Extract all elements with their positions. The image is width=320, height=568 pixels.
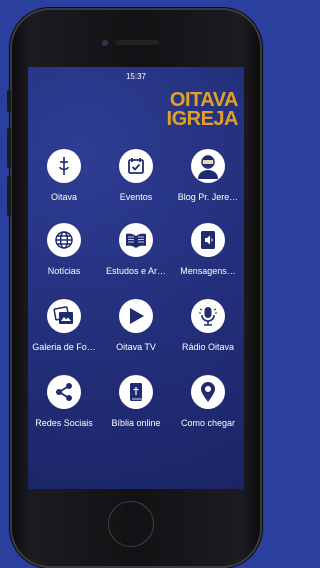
menu-item-label: Galeria de Fo… [32,342,96,352]
menu-item-label: Eventos [119,192,153,202]
menu-item-label: Blog Pr. Jere… [177,192,239,202]
menu-item-estudos[interactable]: Estudos e Ar… [100,223,172,276]
map-pin-icon [191,375,225,409]
play-icon [119,299,153,333]
globe-icon [47,223,81,257]
home-button[interactable] [108,501,154,547]
menu-item-mensagens[interactable]: Mensagens… [172,223,244,276]
menu-item-label: Redes Sociais [35,418,93,428]
menu-item-radio[interactable]: Rádio Oitava [172,299,244,352]
church-logo: OITAVA IGREJA [166,90,239,130]
menu-item-label: Oitava [50,192,77,202]
menu-item-redes-sociais[interactable]: Redes Sociais [28,375,100,428]
menu-item-label: Como chegar [180,418,236,428]
menu-item-noticias[interactable]: Notícias [28,223,100,276]
calendar-check-icon [119,149,153,183]
menu-item-blog[interactable]: Blog Pr. Jere… [172,149,244,202]
cross-icon [47,149,81,183]
status-time: 15:37 [125,72,147,81]
open-book-icon [119,223,153,257]
menu-item-oitava[interactable]: Oitava [28,149,100,202]
menu-item-eventos[interactable]: Eventos [100,149,172,202]
microphone-icon [191,299,225,333]
photo-gallery-icon [47,299,81,333]
front-camera [102,40,108,46]
menu-item-label: Mensagens… [180,266,236,276]
bible-icon [119,375,153,409]
menu-item-label: Notícias [47,266,81,276]
menu-item-oitava-tv[interactable]: Oitava TV [100,299,172,352]
audio-book-icon [191,223,225,257]
menu-item-label: Oitava TV [116,342,156,352]
menu-item-label: Rádio Oitava [181,342,235,352]
app-screen: 15:37 OITAVA IGREJA Oitava Eventos Blog … [28,67,244,489]
share-icon [47,375,81,409]
menu-item-como-chegar[interactable]: Como chegar [172,375,244,428]
menu-item-galeria[interactable]: Galeria de Fo… [28,299,100,352]
menu-item-biblia[interactable]: Bíblia online [100,375,172,428]
pastor-avatar-icon [191,149,225,183]
menu-item-label: Estudos e Ar… [105,266,167,276]
volume-down-button [7,176,11,216]
mute-switch [7,90,11,112]
logo-line-2: IGREJA [166,108,239,130]
volume-up-button [7,128,11,168]
menu-item-label: Bíblia online [111,418,161,428]
earpiece-speaker [115,40,159,45]
